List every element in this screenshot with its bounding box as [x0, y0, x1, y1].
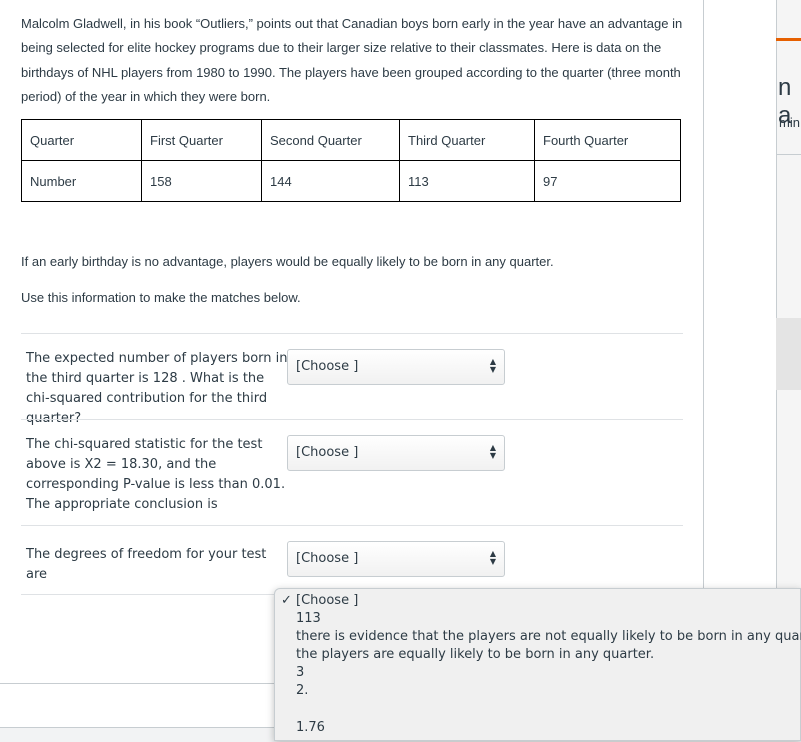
select-value: [Choose ] [296, 551, 359, 566]
question-2-text: The chi-squared statistic for the test a… [26, 437, 286, 512]
table-header-row: Quarter First Quarter Second Quarter Thi… [21, 119, 681, 161]
instruction-text: Use this information to make the matches… [21, 290, 301, 305]
table-row: Number 158 144 113 97 [21, 160, 681, 202]
table-cell: Second Quarter [261, 119, 400, 161]
table-cell: 113 [399, 160, 535, 202]
option-equally-likely[interactable]: the players are equally likely to be bor… [296, 647, 654, 662]
question-2-select[interactable]: [Choose ] ▲ ▼ [287, 435, 505, 471]
select-arrows-icon: ▲ ▼ [489, 549, 496, 566]
select-arrows-icon: ▲ ▼ [489, 357, 496, 374]
quiz-panel: Malcolm Gladwell, in his book “Outliers,… [0, 0, 704, 684]
birthday-table: Quarter First Quarter Second Quarter Thi… [21, 119, 681, 202]
table-cell: Quarter [21, 119, 142, 161]
side-panel-block [776, 318, 801, 390]
table-cell: Third Quarter [399, 119, 535, 161]
divider [21, 333, 683, 334]
select-value: [Choose ] [296, 445, 359, 460]
divider [21, 525, 683, 526]
option-2[interactable]: 2. [296, 683, 308, 698]
checkmark-icon: ✓ [281, 593, 292, 608]
table-cell: First Quarter [141, 119, 262, 161]
table-cell: 97 [534, 160, 681, 202]
table-cell: Number [21, 160, 142, 202]
question-3-select[interactable]: [Choose ] ▲ ▼ [287, 541, 505, 577]
side-label-fragment: min [779, 115, 800, 130]
option-evidence-not-equal[interactable]: there is evidence that the players are n… [296, 629, 801, 644]
divider [21, 419, 683, 420]
option-3[interactable]: 3 [296, 665, 304, 680]
option-1-76[interactable]: 1.76 [296, 720, 325, 735]
table-cell: 144 [261, 160, 400, 202]
question-1-select[interactable]: [Choose ] ▲ ▼ [287, 349, 505, 385]
question-1-text: The expected number of players born in t… [26, 351, 288, 426]
select-options-menu: ✓ [Choose ] 113 there is evidence that t… [274, 588, 801, 741]
select-arrows-icon: ▲ ▼ [489, 443, 496, 460]
option-choose[interactable]: [Choose ] [296, 593, 358, 608]
side-divider [776, 154, 801, 155]
option-113[interactable]: 113 [296, 611, 321, 626]
assumption-text: If an early birthday is no advantage, pl… [21, 254, 554, 269]
accent-bar [776, 38, 801, 41]
table-cell: Fourth Quarter [534, 119, 681, 161]
intro-text: Malcolm Gladwell, in his book “Outliers,… [21, 16, 683, 104]
table-cell: 158 [141, 160, 262, 202]
select-value: [Choose ] [296, 359, 359, 374]
question-3-text: The degrees of freedom for your test are [26, 547, 267, 582]
